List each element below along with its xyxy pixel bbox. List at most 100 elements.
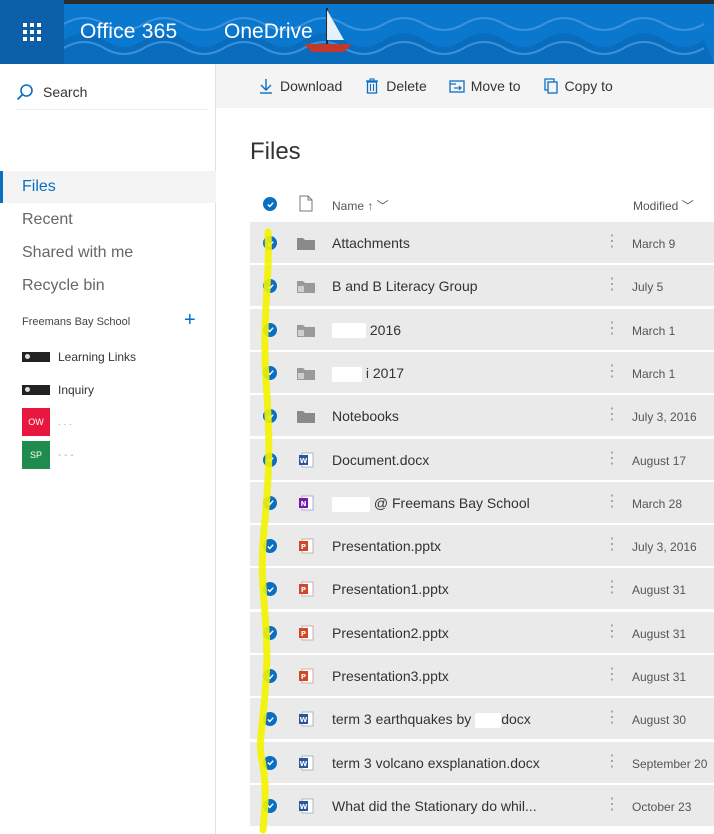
file-row[interactable]: P Presentation2.pptx ⋮ August 31: [250, 611, 714, 654]
group-item-learning-links[interactable]: Learning Links: [22, 344, 212, 370]
file-name-link[interactable]: Notebooks: [332, 408, 399, 424]
more-actions-icon[interactable]: ⋮: [604, 449, 620, 469]
file-name-link[interactable]: What did the Stationary do whil...: [332, 798, 537, 814]
row-select-checkbox[interactable]: [263, 495, 277, 510]
move-to-icon: [449, 80, 465, 93]
row-select-checkbox[interactable]: [263, 712, 277, 727]
row-select-checkbox[interactable]: [263, 755, 277, 770]
file-row[interactable]: W Document.docx ⋮ August 17: [250, 438, 714, 481]
more-actions-icon[interactable]: ⋮: [604, 492, 620, 512]
delete-label: Delete: [386, 78, 427, 94]
copy-to-icon: [543, 78, 558, 94]
file-name-link[interactable]: Presentation.pptx: [332, 538, 441, 554]
row-select-checkbox[interactable]: [263, 409, 277, 424]
more-actions-icon[interactable]: ⋮: [604, 665, 620, 685]
row-select-checkbox[interactable]: [263, 452, 277, 467]
nav-item-recent[interactable]: Recent: [0, 204, 216, 236]
file-name-link[interactable]: 2016: [332, 322, 401, 339]
file-row[interactable]: W What did the Stationary do whil... ⋮ Octo…: [250, 784, 714, 827]
file-name-link[interactable]: B and B Literacy Group: [332, 278, 478, 294]
copy-to-button[interactable]: Copy to: [543, 78, 613, 94]
group-item-ow[interactable]: OW . . .: [22, 407, 212, 437]
file-name-link[interactable]: Attachments: [332, 235, 410, 251]
row-select-checkbox[interactable]: [263, 322, 277, 337]
group-item-sp[interactable]: SP - - -: [22, 440, 212, 470]
file-row[interactable]: P Presentation3.pptx ⋮ August 31: [250, 655, 714, 697]
file-row[interactable]: P Presentation.pptx ⋮ July 3, 2016: [250, 525, 714, 568]
row-select-checkbox[interactable]: [263, 365, 277, 380]
file-row[interactable]: Notebooks ⋮ July 3, 2016: [250, 395, 714, 438]
file-name-part: @ Freemans Bay School: [373, 494, 530, 511]
row-select-checkbox[interactable]: [263, 582, 277, 597]
svg-text:W: W: [300, 457, 308, 465]
row-select-checkbox[interactable]: [263, 539, 277, 554]
more-actions-icon[interactable]: ⋮: [604, 752, 620, 772]
file-name-link[interactable]: term 3 volcano exsplanation.docx: [332, 755, 540, 771]
more-actions-icon[interactable]: ⋮: [604, 232, 620, 252]
more-actions-icon[interactable]: ⋮: [604, 708, 620, 728]
file-name-part: term 3 earthquakes by: [332, 711, 472, 728]
file-row[interactable]: Wterm 3 volcano exsplanation.docx ⋮ Septem…: [250, 741, 714, 784]
checkmark-icon: [266, 284, 274, 290]
redacted-text: [475, 713, 502, 729]
office365-brand-link[interactable]: Office 365: [80, 20, 177, 44]
file-row[interactable]: 2016 ⋮ March 1: [250, 308, 714, 351]
add-group-icon[interactable]: +: [184, 310, 196, 330]
file-row[interactable]: Attachments ⋮ March 9: [250, 222, 714, 264]
nav-item-recycle-bin[interactable]: Recycle bin: [0, 270, 216, 302]
checkmark-icon: [266, 327, 274, 333]
column-header-name[interactable]: Name ↑ ﹀: [332, 197, 389, 214]
file-row[interactable]: P Presentation1.pptx ⋮ August 31: [250, 568, 714, 611]
file-name-link[interactable]: Presentation3.pptx: [332, 668, 449, 684]
nav-item-shared-with-me[interactable]: Shared with me: [0, 237, 216, 269]
file-row[interactable]: B and B Literacy Group ⋮ July 5: [250, 265, 714, 308]
file-name-link[interactable]: Presentation2.pptx: [332, 625, 449, 641]
modified-date: July 3, 2016: [632, 540, 697, 555]
file-row[interactable]: i 2017 ⋮ March 1: [250, 351, 714, 394]
checkmark-icon: [266, 457, 274, 463]
modified-date: August 31: [632, 583, 687, 598]
group-label-freemans-bay-school[interactable]: Freemans Bay School: [22, 316, 130, 328]
row-select-checkbox[interactable]: [263, 279, 277, 294]
app-launcher-button[interactable]: [0, 0, 64, 64]
shared-folder-icon: [297, 281, 315, 294]
folder-icon: [297, 238, 315, 250]
more-actions-icon[interactable]: ⋮: [604, 275, 620, 295]
column-header-modified[interactable]: Modified ﹀: [633, 197, 694, 214]
search-box[interactable]: Search: [16, 74, 208, 110]
select-all-checkbox[interactable]: [263, 197, 277, 211]
file-name-link[interactable]: Document.docx: [332, 452, 429, 468]
more-actions-icon[interactable]: ⋮: [604, 535, 620, 555]
move-to-button[interactable]: Move to: [449, 78, 521, 94]
file-name-link[interactable]: @ Freemans Bay School: [332, 495, 530, 512]
more-actions-icon[interactable]: ⋮: [604, 405, 620, 425]
redacted-text: [332, 496, 370, 512]
nav-item-files[interactable]: Files: [0, 171, 216, 203]
delete-button[interactable]: Delete: [364, 78, 427, 94]
row-select-checkbox[interactable]: [263, 236, 277, 250]
more-actions-icon[interactable]: ⋮: [604, 319, 620, 339]
file-row[interactable]: Wterm 3 earthquakes by docx ⋮ August 30: [250, 698, 714, 741]
more-actions-icon[interactable]: ⋮: [604, 622, 620, 642]
row-select-checkbox[interactable]: [263, 798, 277, 813]
file-name-part: What did the Stationary do whil...: [332, 797, 537, 814]
file-name-link[interactable]: term 3 earthquakes by docx: [332, 711, 531, 729]
row-select-checkbox[interactable]: [263, 625, 277, 640]
download-button[interactable]: Download: [258, 78, 342, 94]
more-actions-icon[interactable]: ⋮: [604, 578, 620, 598]
file-type-header-icon: [299, 195, 313, 212]
onenote-file-icon: N: [299, 495, 314, 511]
more-actions-icon[interactable]: ⋮: [604, 362, 620, 382]
file-name-link[interactable]: Presentation1.pptx: [332, 581, 449, 597]
move-to-label: Move to: [470, 78, 521, 94]
checkmark-icon: [266, 760, 274, 766]
download-icon: [260, 79, 272, 94]
onedrive-app-title[interactable]: OneDrive: [224, 20, 313, 44]
row-select-checkbox[interactable]: [263, 669, 277, 683]
file-name-link[interactable]: i 2017: [332, 365, 404, 382]
more-actions-icon[interactable]: ⋮: [604, 795, 620, 815]
file-name-part: Document.docx: [332, 451, 430, 468]
file-row[interactable]: N @ Freemans Bay School ⋮ March 28: [250, 481, 714, 524]
powerpoint-file-icon: P: [299, 538, 314, 554]
group-item-inquiry[interactable]: Inquiry: [22, 377, 212, 403]
